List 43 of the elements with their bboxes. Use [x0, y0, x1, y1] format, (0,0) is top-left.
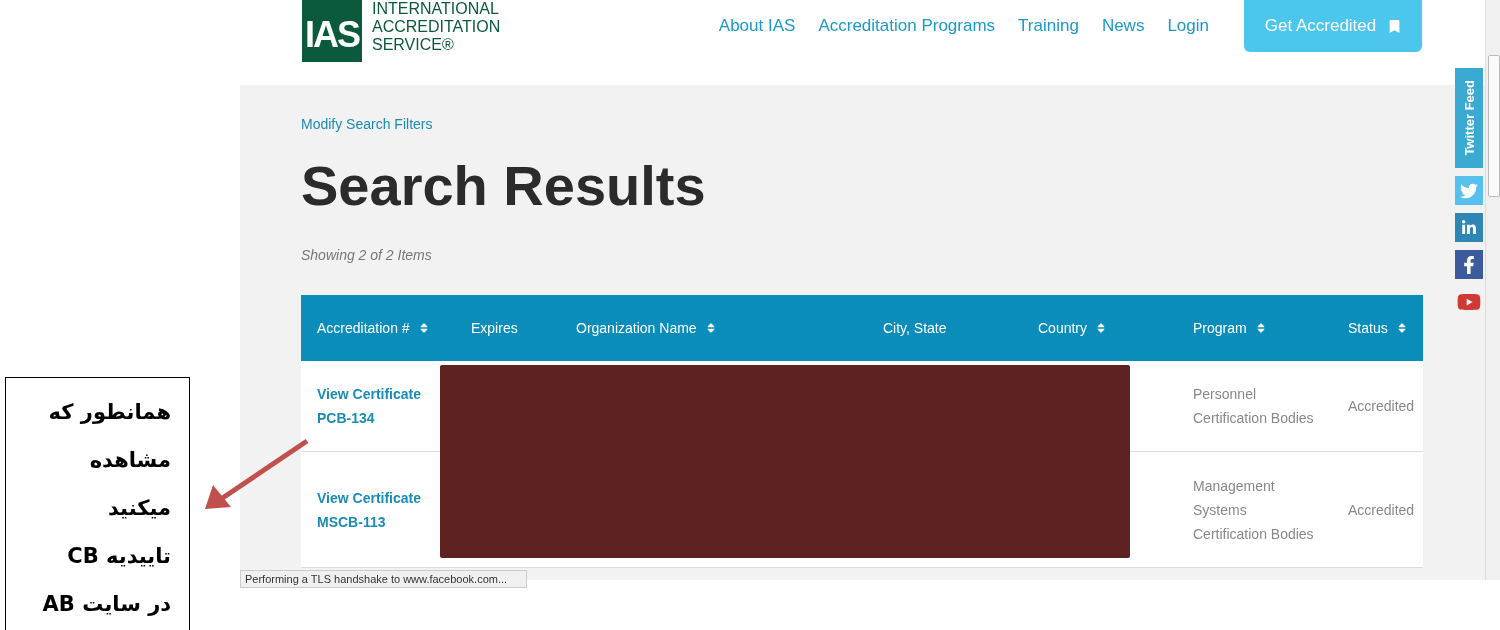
annotation-text: تاییدیه CB [67, 543, 171, 570]
facebook-icon[interactable] [1455, 250, 1483, 279]
program-text: Management [1193, 476, 1275, 496]
certificate-link[interactable]: View Certificate [317, 382, 421, 406]
column-header[interactable]: Status [1348, 320, 1388, 336]
logo-text: SERVICE® [372, 36, 454, 54]
twitter-feed-tab[interactable]: Twitter Feed [1455, 68, 1483, 168]
nav-link[interactable]: Training [1018, 16, 1079, 36]
nav-link[interactable]: Login [1167, 16, 1209, 36]
nav-link[interactable]: Accreditation Programs [818, 16, 996, 36]
scrollbar[interactable] [1485, 0, 1500, 580]
annotation-text: در سایت AB [42, 591, 171, 618]
nav-link[interactable]: News [1101, 16, 1145, 36]
status-text: Accredited [1348, 397, 1415, 416]
column-header: City, State [883, 320, 947, 336]
annotation-text: مشاهده [89, 447, 171, 474]
column-header[interactable]: Accreditation # [317, 320, 410, 336]
bookmark-icon [1388, 19, 1402, 33]
certificate-link[interactable]: View Certificate [317, 485, 421, 510]
column-header[interactable]: Country [1038, 320, 1088, 336]
program-text: Certification Bodies [1193, 409, 1314, 428]
nav-link[interactable]: About IAS [718, 16, 796, 36]
program-text: Personnel [1193, 385, 1257, 404]
logo-text: ACCREDITATION [372, 18, 501, 36]
logo-mark: IAS [302, 0, 362, 62]
accreditation-link[interactable]: PCB-134 [317, 406, 375, 430]
logo-text: INTERNATIONAL [372, 0, 499, 18]
twitter-icon[interactable] [1455, 176, 1483, 205]
column-header[interactable]: Organization Name [576, 320, 697, 336]
status-text: Accredited [1348, 500, 1415, 520]
status-bar: Performing a TLS handshake to www.facebook.com... [240, 570, 527, 588]
get-accredited-button[interactable]: Get Accredited [1244, 0, 1422, 52]
program-text: Certification Bodies [1193, 524, 1314, 544]
results-count: Showing 2 of 2 Items [301, 247, 433, 263]
modify-filters-link[interactable]: Modify Search Filters [301, 116, 433, 132]
annotation-text: همانطور که [48, 399, 171, 426]
linkedin-icon[interactable] [1455, 213, 1483, 242]
page-title: Search Results [301, 153, 706, 219]
column-header: Expires [471, 320, 518, 336]
accreditation-link[interactable]: MSCB-113 [317, 509, 386, 534]
annotation-text: میکنید [107, 495, 171, 522]
column-header[interactable]: Program [1193, 320, 1247, 336]
program-text: Systems [1193, 500, 1247, 520]
